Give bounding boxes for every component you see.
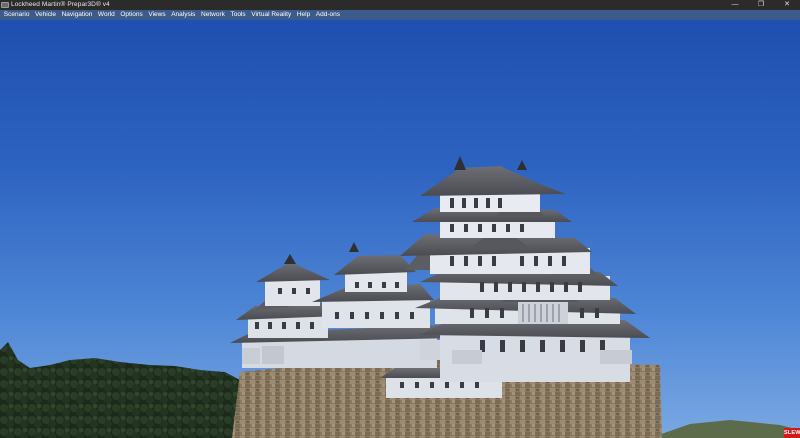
hill bbox=[650, 420, 800, 438]
menu-world[interactable]: World bbox=[95, 10, 117, 20]
menu-vehicle[interactable]: Vehicle bbox=[32, 10, 59, 20]
simulator-3d-view[interactable]: SLEW bbox=[0, 20, 800, 438]
menu-help[interactable]: Help bbox=[294, 10, 313, 20]
menu-options[interactable]: Options bbox=[118, 10, 146, 20]
menu-network[interactable]: Network bbox=[198, 10, 227, 20]
menu-add-ons[interactable]: Add-ons bbox=[313, 10, 343, 20]
menu-analysis[interactable]: Analysis bbox=[168, 10, 198, 20]
menu-scenario[interactable]: Scenario bbox=[1, 10, 32, 20]
menu-views[interactable]: Views bbox=[146, 10, 169, 20]
slew-mode-badge: SLEW bbox=[784, 428, 800, 438]
window-titlebar: Lockheed Martin® Prepar3D® v4 — ❐ ✕ bbox=[0, 0, 800, 10]
restore-button[interactable]: ❐ bbox=[748, 0, 774, 10]
menu-navigation[interactable]: Navigation bbox=[59, 10, 95, 20]
menu-tools[interactable]: Tools bbox=[228, 10, 249, 20]
close-button[interactable]: ✕ bbox=[774, 0, 800, 10]
forest bbox=[0, 342, 240, 438]
menu-bar: Scenario Vehicle Navigation World Option… bbox=[0, 10, 800, 20]
scene-render bbox=[0, 156, 800, 438]
minimize-button[interactable]: — bbox=[722, 0, 748, 10]
window-controls: — ❐ ✕ bbox=[722, 0, 800, 10]
prepar3d-app-icon bbox=[1, 2, 9, 8]
window-title: Lockheed Martin® Prepar3D® v4 bbox=[11, 1, 110, 8]
menu-virtual-reality[interactable]: Virtual Reality bbox=[248, 10, 294, 20]
